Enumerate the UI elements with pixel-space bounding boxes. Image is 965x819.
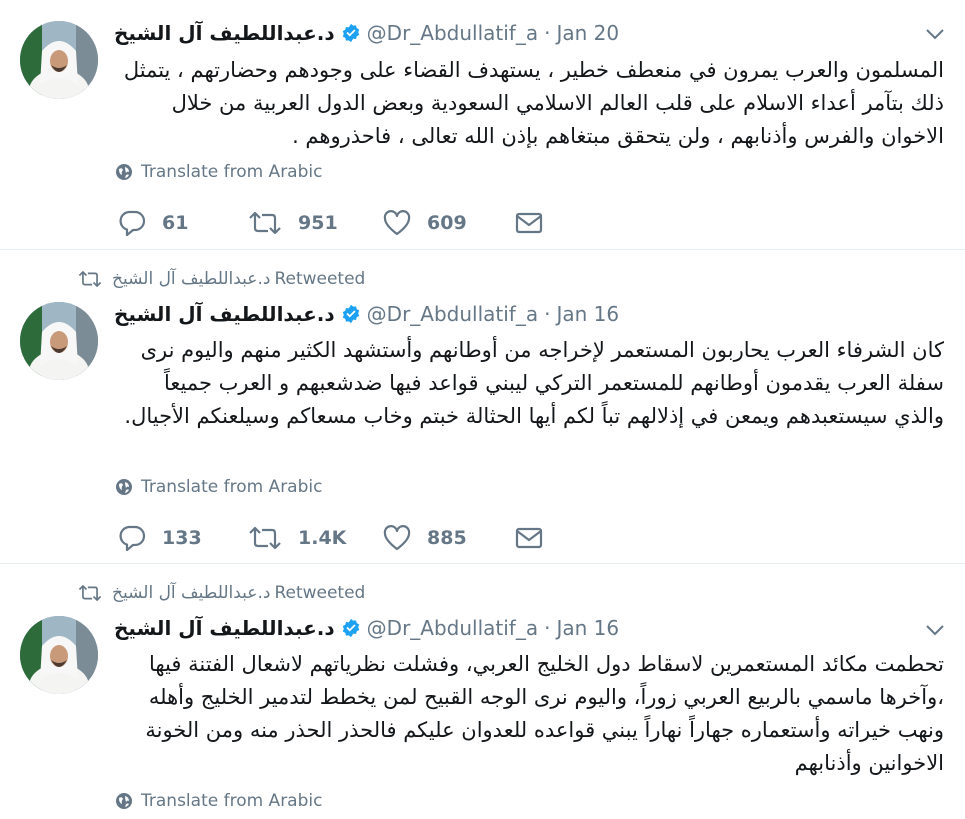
reply-button[interactable]: 61 [118, 209, 188, 237]
verified-badge-icon [342, 304, 359, 324]
divider [0, 563, 965, 564]
verified-badge-icon [342, 23, 359, 43]
translate-link[interactable]: Translate from Arabic [115, 160, 322, 184]
reply-icon [119, 525, 146, 551]
like-count: 609 [427, 212, 467, 234]
author-name[interactable]: د.عبداللطيف آل الشيخ [114, 302, 335, 326]
reply-button[interactable]: 133 [118, 524, 202, 552]
tweet-header: د.عبداللطيف آل الشيخ @Dr_Abdullatif_a · … [114, 299, 619, 329]
retweet-context: د.عبداللطيف آل الشيخ Retweeted [78, 581, 365, 605]
translate-label: Translate from Arabic [141, 791, 323, 811]
globe-icon [116, 164, 132, 180]
retweet-count: 951 [298, 212, 338, 234]
globe-icon [116, 479, 132, 495]
author-name[interactable]: د.عبداللطيف آل الشيخ [114, 21, 335, 45]
tweet-text: المسلمون والعرب يمرون في منعطف خطير ، يس… [123, 58, 944, 148]
retweet-count: 1.4K [298, 527, 347, 549]
like-button[interactable]: 609 [383, 209, 467, 237]
retweet-context: د.عبداللطيف آل الشيخ Retweeted [78, 267, 365, 291]
tweet-text: كان الشرفاء العرب يحاربون المستعمر لإخرا… [124, 338, 944, 428]
like-icon [383, 525, 411, 551]
translate-label: Translate from Arabic [141, 477, 323, 497]
separator-dot: · [544, 616, 551, 640]
like-icon [383, 210, 411, 236]
tweet-date[interactable]: Jan 20 [556, 21, 619, 45]
retweet-icon [249, 211, 281, 235]
reply-count: 61 [162, 212, 189, 234]
tweet-date[interactable]: Jan 16 [556, 302, 619, 326]
tweet-text: تحطمت مكائد المستعمرين لاسقاط دول الخليج… [145, 652, 944, 775]
retweeter-name[interactable]: د.عبداللطيف آل الشيخ [112, 583, 270, 603]
retweeted-label: Retweeted [274, 269, 366, 289]
retweeted-label: Retweeted [274, 583, 366, 603]
retweeter-name[interactable]: د.عبداللطيف آل الشيخ [112, 269, 270, 289]
retweet-button[interactable]: 1.4K [248, 524, 346, 552]
retweet-button[interactable]: 951 [248, 209, 338, 237]
like-button[interactable]: 885 [383, 524, 467, 552]
author-handle[interactable]: @Dr_Abdullatif_a [367, 616, 538, 640]
direct-message-button[interactable] [515, 209, 543, 237]
verified-badge-icon [342, 618, 359, 638]
retweet-icon [78, 585, 102, 601]
direct-message-icon [515, 212, 543, 234]
globe-icon [116, 793, 132, 809]
separator-dot: · [544, 302, 551, 326]
tweet-header: د.عبداللطيف آل الشيخ @Dr_Abdullatif_a · … [114, 18, 619, 48]
author-handle[interactable]: @Dr_Abdullatif_a [367, 21, 538, 45]
translate-link[interactable]: Translate from Arabic [115, 475, 322, 499]
divider [0, 249, 965, 250]
translate-label: Translate from Arabic [141, 162, 323, 182]
direct-message-button[interactable] [515, 524, 543, 552]
tweet-date[interactable]: Jan 16 [556, 616, 619, 640]
like-count: 885 [427, 527, 467, 549]
direct-message-icon [515, 527, 543, 549]
retweet-icon [249, 526, 281, 550]
reply-count: 133 [162, 527, 202, 549]
caret-down-icon[interactable] [925, 27, 945, 41]
caret-down-icon[interactable] [925, 623, 945, 637]
translate-link[interactable]: Translate from Arabic [115, 789, 322, 813]
retweet-icon [78, 271, 102, 287]
reply-icon [119, 210, 146, 236]
author-handle[interactable]: @Dr_Abdullatif_a [367, 302, 538, 326]
tweet-header: د.عبداللطيف آل الشيخ @Dr_Abdullatif_a · … [114, 613, 619, 643]
author-name[interactable]: د.عبداللطيف آل الشيخ [114, 616, 335, 640]
avatar[interactable] [20, 302, 98, 380]
avatar[interactable] [20, 616, 98, 694]
separator-dot: · [544, 21, 551, 45]
avatar[interactable] [20, 21, 98, 99]
